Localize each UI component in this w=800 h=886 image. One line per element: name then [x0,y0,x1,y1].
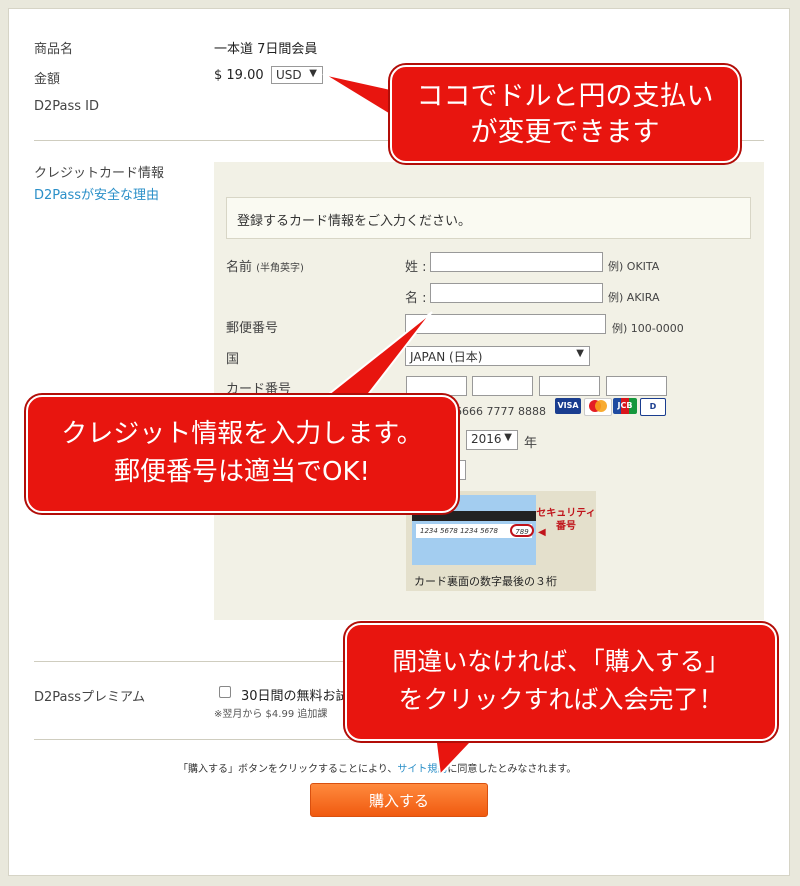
callout-arrow-purchase [433,734,481,778]
callout-arrow-credit [312,311,433,406]
callout-currency: ココでドルと円の支払い が変更できます [390,65,740,163]
callout-credit-line-1: クレジット情報を入力します。 [61,419,423,449]
callout-purchase-line-1: 間違いなければ、「購入する」 [392,647,730,676]
callout-credit-line-2: 郵便番号は適当でOK! [114,457,370,487]
callout-currency-line-2: が変更できます [470,117,660,148]
callout-purchase: 間違いなければ、「購入する」 をクリックすれば入会完了！ [345,623,777,741]
callout-currency-line-1: ココでドルと円の支払い [416,81,714,112]
callout-purchase-line-2: をクリックすれば入会完了！ [398,685,724,714]
callout-credit: クレジット情報を入力します。 郵便番号は適当でOK! [26,395,458,513]
callout-arrow-currency [322,73,396,120]
